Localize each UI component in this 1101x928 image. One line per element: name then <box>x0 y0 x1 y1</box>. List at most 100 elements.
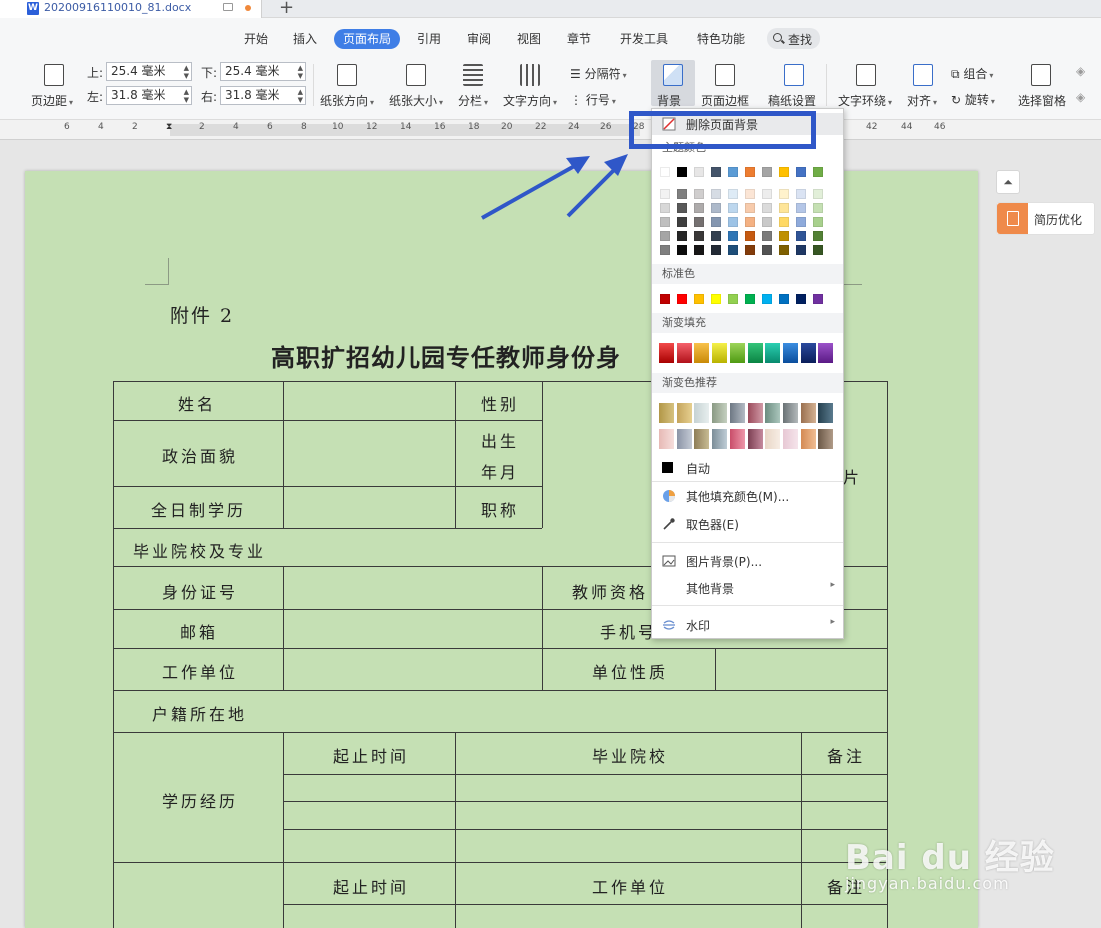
theme-shade-swatch[interactable] <box>745 189 755 199</box>
document-title[interactable]: 高职扩招幼儿园专任教师身份身 <box>271 338 621 373</box>
menu-review[interactable]: 审阅 <box>467 30 491 47</box>
theme-shade-swatch[interactable] <box>796 189 806 199</box>
gradient-recommend-swatch[interactable] <box>747 429 763 449</box>
standard-color-swatch[interactable] <box>762 294 772 304</box>
standard-color-swatch[interactable] <box>745 294 755 304</box>
theme-color-swatch[interactable] <box>745 167 755 177</box>
gradient-recommend-swatch[interactable] <box>747 403 763 423</box>
gradient-recommend-swatch[interactable] <box>818 429 834 449</box>
cell-teacher-cert-label[interactable]: 教师资格 <box>572 579 648 603</box>
theme-shade-swatch[interactable] <box>677 203 687 213</box>
cell-birth-label-a[interactable]: 出生 <box>481 428 519 452</box>
standard-color-swatch[interactable] <box>813 294 823 304</box>
menu-references[interactable]: 引用 <box>417 30 441 47</box>
theme-shade-swatch[interactable] <box>728 203 738 213</box>
left-margin-input[interactable]: 31.8 毫米 ▲ ▼ <box>106 86 192 105</box>
gradient-fill-swatch[interactable] <box>747 343 763 363</box>
theme-shade-swatch[interactable] <box>762 203 772 213</box>
cell-household-label[interactable]: 户籍所在地 <box>152 701 247 725</box>
spinner-icon[interactable]: ▲ ▼ <box>298 88 303 104</box>
cell-phone-label[interactable]: 手机号 <box>600 619 657 643</box>
theme-shade-swatch[interactable] <box>762 189 772 199</box>
cell-note-label[interactable]: 备注 <box>827 743 865 767</box>
theme-shade-swatch[interactable] <box>711 217 721 227</box>
theme-shade-swatch[interactable] <box>660 231 670 241</box>
theme-shade-swatch[interactable] <box>677 245 687 255</box>
gradient-recommend-swatch[interactable] <box>676 403 692 423</box>
gradient-fill-swatch[interactable] <box>818 343 834 363</box>
more-fill-color-item[interactable]: 其他填充颜色(M)... <box>652 485 843 507</box>
document-tab[interactable]: W 20200916110010_81.docx <box>0 0 262 18</box>
gradient-fill-swatch[interactable] <box>729 343 745 363</box>
gradient-recommend-swatch[interactable] <box>694 403 710 423</box>
theme-shade-swatch[interactable] <box>694 217 704 227</box>
theme-shade-swatch[interactable] <box>694 189 704 199</box>
text-direction-icon[interactable] <box>520 64 540 86</box>
menu-start[interactable]: 开始 <box>244 30 268 47</box>
theme-color-swatch[interactable] <box>694 167 704 177</box>
align-icon[interactable] <box>913 64 933 86</box>
cell-birth-label-b[interactable]: 年月 <box>481 459 519 483</box>
gradient-fill-swatch[interactable] <box>712 343 728 363</box>
gradient-fill-swatch[interactable] <box>800 343 816 363</box>
rotate-button[interactable]: ↻ 旋转 ▾ <box>951 91 995 108</box>
theme-shade-swatch[interactable] <box>762 231 772 241</box>
cell-email-label[interactable]: 邮箱 <box>180 619 218 643</box>
theme-shade-swatch[interactable] <box>711 189 721 199</box>
theme-shade-swatch[interactable] <box>779 217 789 227</box>
theme-shade-swatch[interactable] <box>745 245 755 255</box>
theme-shade-swatch[interactable] <box>660 245 670 255</box>
theme-shade-swatch[interactable] <box>660 189 670 199</box>
gradient-recommend-swatch[interactable] <box>659 429 674 449</box>
text-direction-button[interactable]: 文字方向 ▾ <box>503 92 557 109</box>
cell-political-label[interactable]: 政治面貌 <box>162 443 238 467</box>
cell-id-label[interactable]: 身份证号 <box>162 579 238 603</box>
paper-size-button[interactable]: 纸张大小 ▾ <box>389 92 443 109</box>
theme-shade-swatch[interactable] <box>711 245 721 255</box>
monitor-icon[interactable] <box>223 3 233 11</box>
theme-color-swatch[interactable] <box>711 167 721 177</box>
watermark-item[interactable]: 水印 ▸ <box>652 614 843 636</box>
theme-shade-swatch[interactable] <box>677 217 687 227</box>
cell-unit-nature-label[interactable]: 单位性质 <box>592 659 668 683</box>
new-tab-button[interactable]: + <box>279 0 294 18</box>
group-button[interactable]: ⧉ 组合 ▾ <box>951 65 993 82</box>
auto-color-item[interactable]: 自动 <box>652 457 843 479</box>
theme-shade-swatch[interactable] <box>711 203 721 213</box>
theme-shade-swatch[interactable] <box>779 245 789 255</box>
eyedropper-item[interactable]: 取色器(E) <box>652 513 843 535</box>
menu-page-layout[interactable]: 页面布局 <box>334 29 400 49</box>
gradient-recommend-swatch[interactable] <box>800 403 816 423</box>
text-wrap-icon[interactable] <box>856 64 876 86</box>
standard-color-swatch[interactable] <box>677 294 687 304</box>
background-dropdown[interactable]: 删除页面背景 主题颜色 标准色 渐变填充 渐变色推荐 自动 其他填充颜色(M).… <box>651 108 844 639</box>
theme-shade-swatch[interactable] <box>677 231 687 241</box>
spinner-icon[interactable]: ▲ ▼ <box>298 64 303 80</box>
theme-shade-swatch[interactable] <box>796 245 806 255</box>
theme-shade-swatch[interactable] <box>762 245 772 255</box>
cell-education-label[interactable]: 全日制学历 <box>151 497 246 521</box>
cell-gender-label[interactable]: 性别 <box>481 391 519 415</box>
orientation-button[interactable]: 纸张方向 ▾ <box>320 92 374 109</box>
margins-icon[interactable] <box>44 64 64 86</box>
cell-school-major-label[interactable]: 毕业院校及专业 <box>133 538 266 562</box>
theme-color-swatch[interactable] <box>779 167 789 177</box>
align-button[interactable]: 对齐 ▾ <box>907 92 937 109</box>
manuscript-label[interactable]: 稿纸设置 <box>768 92 816 109</box>
spinner-icon[interactable]: ▲ ▼ <box>184 88 189 104</box>
theme-shade-swatch[interactable] <box>762 217 772 227</box>
standard-color-swatch[interactable] <box>796 294 806 304</box>
theme-shade-swatch[interactable] <box>779 189 789 199</box>
theme-shade-swatch[interactable] <box>677 189 687 199</box>
standard-color-swatch[interactable] <box>660 294 670 304</box>
breaks-button[interactable]: ☰ 分隔符 ▾ <box>570 65 627 82</box>
gradient-recommend-swatch[interactable] <box>729 403 745 423</box>
gradient-fill-swatch[interactable] <box>694 343 710 363</box>
cell-edu-history-label[interactable]: 学历经历 <box>162 788 238 812</box>
collapse-icon[interactable]: ⏶ <box>996 170 1020 194</box>
theme-shade-swatch[interactable] <box>745 231 755 241</box>
bottom-margin-input[interactable]: 25.4 毫米 ▲ ▼ <box>220 62 306 81</box>
menu-insert[interactable]: 插入 <box>293 30 317 47</box>
gradient-recommend-swatch[interactable] <box>782 403 798 423</box>
picture-background-item[interactable]: 图片背景(P)... <box>652 550 843 572</box>
